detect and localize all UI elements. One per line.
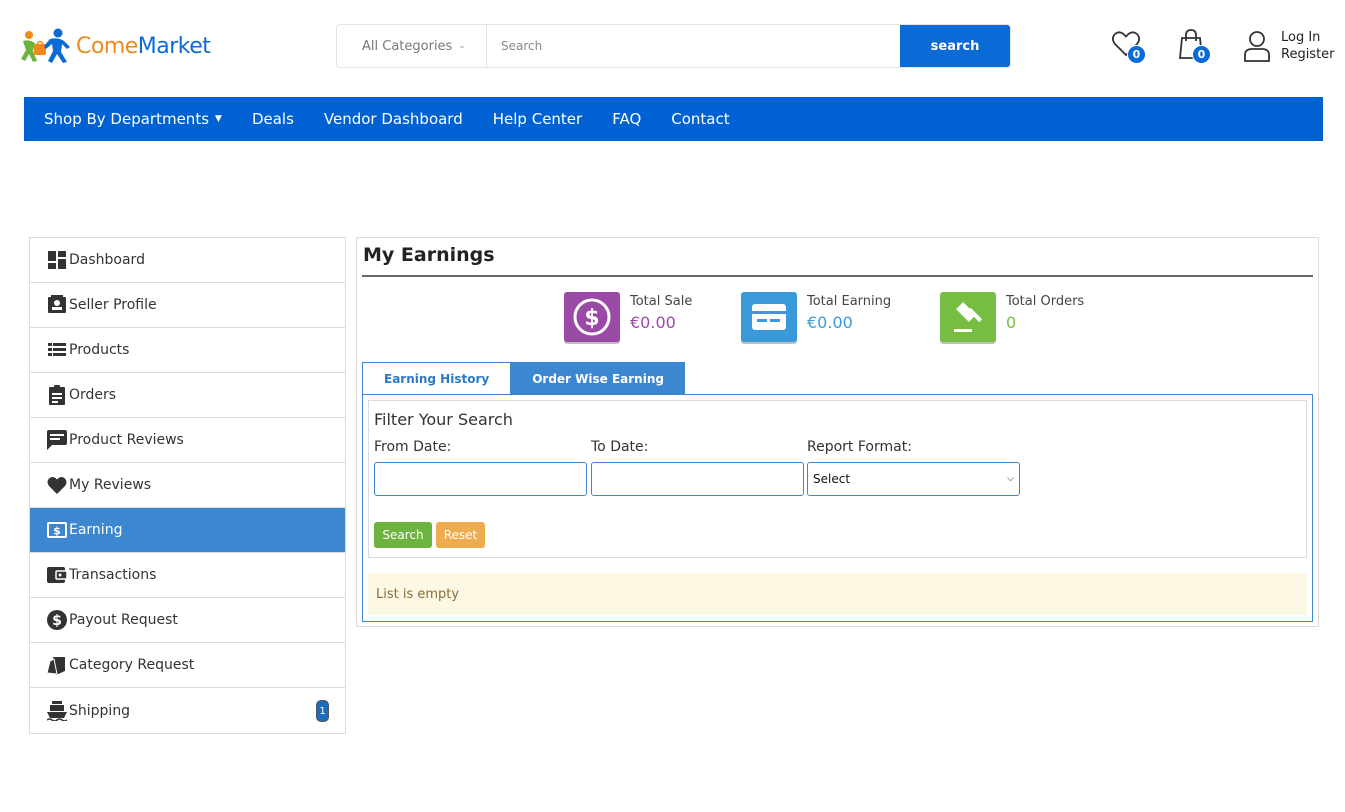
- dollar-circle-icon: $: [564, 292, 620, 342]
- sidebar-item-label: Dashboard: [69, 252, 145, 268]
- heart-icon: [47, 475, 67, 495]
- svg-text:$: $: [584, 306, 599, 331]
- stat-value: €0.00: [807, 313, 853, 332]
- cart-count-badge: 0: [1192, 45, 1211, 64]
- sidebar-item-category-request[interactable]: Category Request: [30, 643, 345, 688]
- from-date-label: From Date:: [374, 439, 452, 455]
- chevron-down-icon: ⌄: [458, 41, 466, 51]
- account-menu: Log In Register: [1243, 29, 1335, 63]
- sidebar-item-products[interactable]: Products: [30, 328, 345, 373]
- nav-shop-by-departments[interactable]: Shop By Departments ▼: [44, 110, 222, 128]
- chevron-down-icon: ⌵: [1007, 474, 1014, 484]
- nav-deals[interactable]: Deals: [252, 110, 294, 128]
- empty-list-message: List is empty: [368, 573, 1307, 615]
- dollar-circle-icon: $: [47, 610, 67, 630]
- sidebar-item-label: Category Request: [69, 657, 195, 673]
- user-icon: [1244, 31, 1270, 62]
- wishlist-count-badge: 0: [1127, 45, 1146, 64]
- login-link[interactable]: Log In: [1281, 29, 1335, 46]
- sidebar-item-shipping[interactable]: Shipping 1: [30, 688, 345, 733]
- svg-text:$: $: [53, 525, 61, 538]
- logo-text: ComeMarket: [76, 33, 211, 59]
- sidebar-item-label: Shipping: [69, 702, 131, 719]
- nav-faq[interactable]: FAQ: [612, 110, 641, 128]
- to-date-label: To Date:: [591, 439, 649, 455]
- stat-value: €0.00: [630, 313, 676, 332]
- filter-title: Filter Your Search: [374, 410, 513, 429]
- comment-icon: [47, 430, 67, 450]
- page-title: My Earnings: [363, 244, 495, 266]
- tags-icon: [47, 655, 67, 675]
- site-logo[interactable]: ComeMarket: [20, 26, 211, 66]
- stat-value: 0: [1006, 313, 1017, 332]
- stat-label: Total Sale: [630, 294, 693, 309]
- nav-vendor-dashboard[interactable]: Vendor Dashboard: [324, 110, 463, 128]
- report-format-select[interactable]: Select ⌵: [807, 462, 1020, 496]
- sidebar-item-orders[interactable]: Orders: [30, 373, 345, 418]
- earnings-panel: My Earnings $ Total Sale €0.00 Total Ear…: [356, 237, 1319, 627]
- register-link[interactable]: Register: [1281, 46, 1335, 63]
- shipping-count-badge: 1: [316, 700, 329, 722]
- sidebar-item-label: Product Reviews: [69, 432, 184, 448]
- earning-tabs: Earning History Order Wise Earning: [362, 362, 685, 395]
- sidebar-item-label: Products: [69, 342, 130, 358]
- stat-label: Total Orders: [1006, 294, 1085, 309]
- sidebar-item-label: Orders: [69, 387, 117, 403]
- tab-order-wise-earning[interactable]: Order Wise Earning: [511, 362, 685, 395]
- stat-total-sale: $ Total Sale €0.00: [564, 292, 692, 342]
- cart-button[interactable]: 0: [1175, 28, 1211, 64]
- tab-earning-history[interactable]: Earning History: [362, 362, 512, 395]
- contact-card-icon: [47, 295, 67, 315]
- sidebar-item-earning[interactable]: $ Earning: [30, 508, 345, 553]
- sidebar-item-label: Payout Request: [69, 612, 178, 628]
- filter-search-button[interactable]: Search: [374, 522, 432, 548]
- sidebar-item-payout-request[interactable]: $ Payout Request: [30, 598, 345, 643]
- filter-reset-button[interactable]: Reset: [436, 522, 485, 548]
- people-bag-logo-icon: [21, 28, 70, 63]
- dashboard-icon: [47, 250, 67, 270]
- report-format-label: Report Format:: [807, 439, 912, 455]
- from-date-field[interactable]: [374, 462, 587, 496]
- gavel-icon: [940, 292, 996, 342]
- stat-total-orders: Total Orders 0: [940, 292, 1084, 342]
- filter-form: Filter Your Search From Date: To Date: R…: [368, 400, 1307, 558]
- money-icon: $: [47, 520, 67, 540]
- vendor-sidebar: Dashboard Seller Profile Products Orders…: [29, 237, 346, 734]
- nav-help-center[interactable]: Help Center: [493, 110, 582, 128]
- credit-card-icon: [741, 292, 797, 342]
- to-date-field[interactable]: [591, 462, 804, 496]
- sidebar-item-label: My Reviews: [69, 477, 152, 493]
- clipboard-icon: [47, 385, 67, 405]
- category-select-label: All Categories: [362, 38, 453, 54]
- ship-icon: [47, 700, 67, 721]
- sidebar-item-dashboard[interactable]: Dashboard: [30, 238, 345, 283]
- sidebar-item-product-reviews[interactable]: Product Reviews: [30, 418, 345, 463]
- sidebar-item-label: Earning: [69, 522, 123, 538]
- wishlist-button[interactable]: 0: [1110, 28, 1146, 64]
- category-select[interactable]: All Categories ⌄: [337, 25, 487, 67]
- sidebar-item-label: Transactions: [69, 567, 157, 583]
- wallet-icon: [47, 565, 67, 585]
- search-input[interactable]: [487, 25, 900, 67]
- sidebar-item-transactions[interactable]: Transactions: [30, 553, 345, 598]
- report-format-value: Select: [813, 472, 851, 486]
- sidebar-item-seller-profile[interactable]: Seller Profile: [30, 283, 345, 328]
- sidebar-item-label: Seller Profile: [69, 297, 157, 313]
- search-button[interactable]: search: [900, 25, 1010, 67]
- nav-contact[interactable]: Contact: [671, 110, 729, 128]
- earning-history-panel: Filter Your Search From Date: To Date: R…: [362, 394, 1313, 622]
- caret-down-icon: ▼: [215, 114, 222, 124]
- stat-label: Total Earning: [807, 294, 892, 309]
- stat-total-earning: Total Earning €0.00: [741, 292, 891, 342]
- sidebar-item-my-reviews[interactable]: My Reviews: [30, 463, 345, 508]
- search-bar: All Categories ⌄ search: [336, 24, 1011, 68]
- title-divider: [362, 275, 1313, 277]
- svg-text:$: $: [52, 613, 62, 629]
- main-nav: Shop By Departments ▼ Deals Vendor Dashbo…: [24, 97, 1323, 141]
- list-icon: [47, 340, 67, 360]
